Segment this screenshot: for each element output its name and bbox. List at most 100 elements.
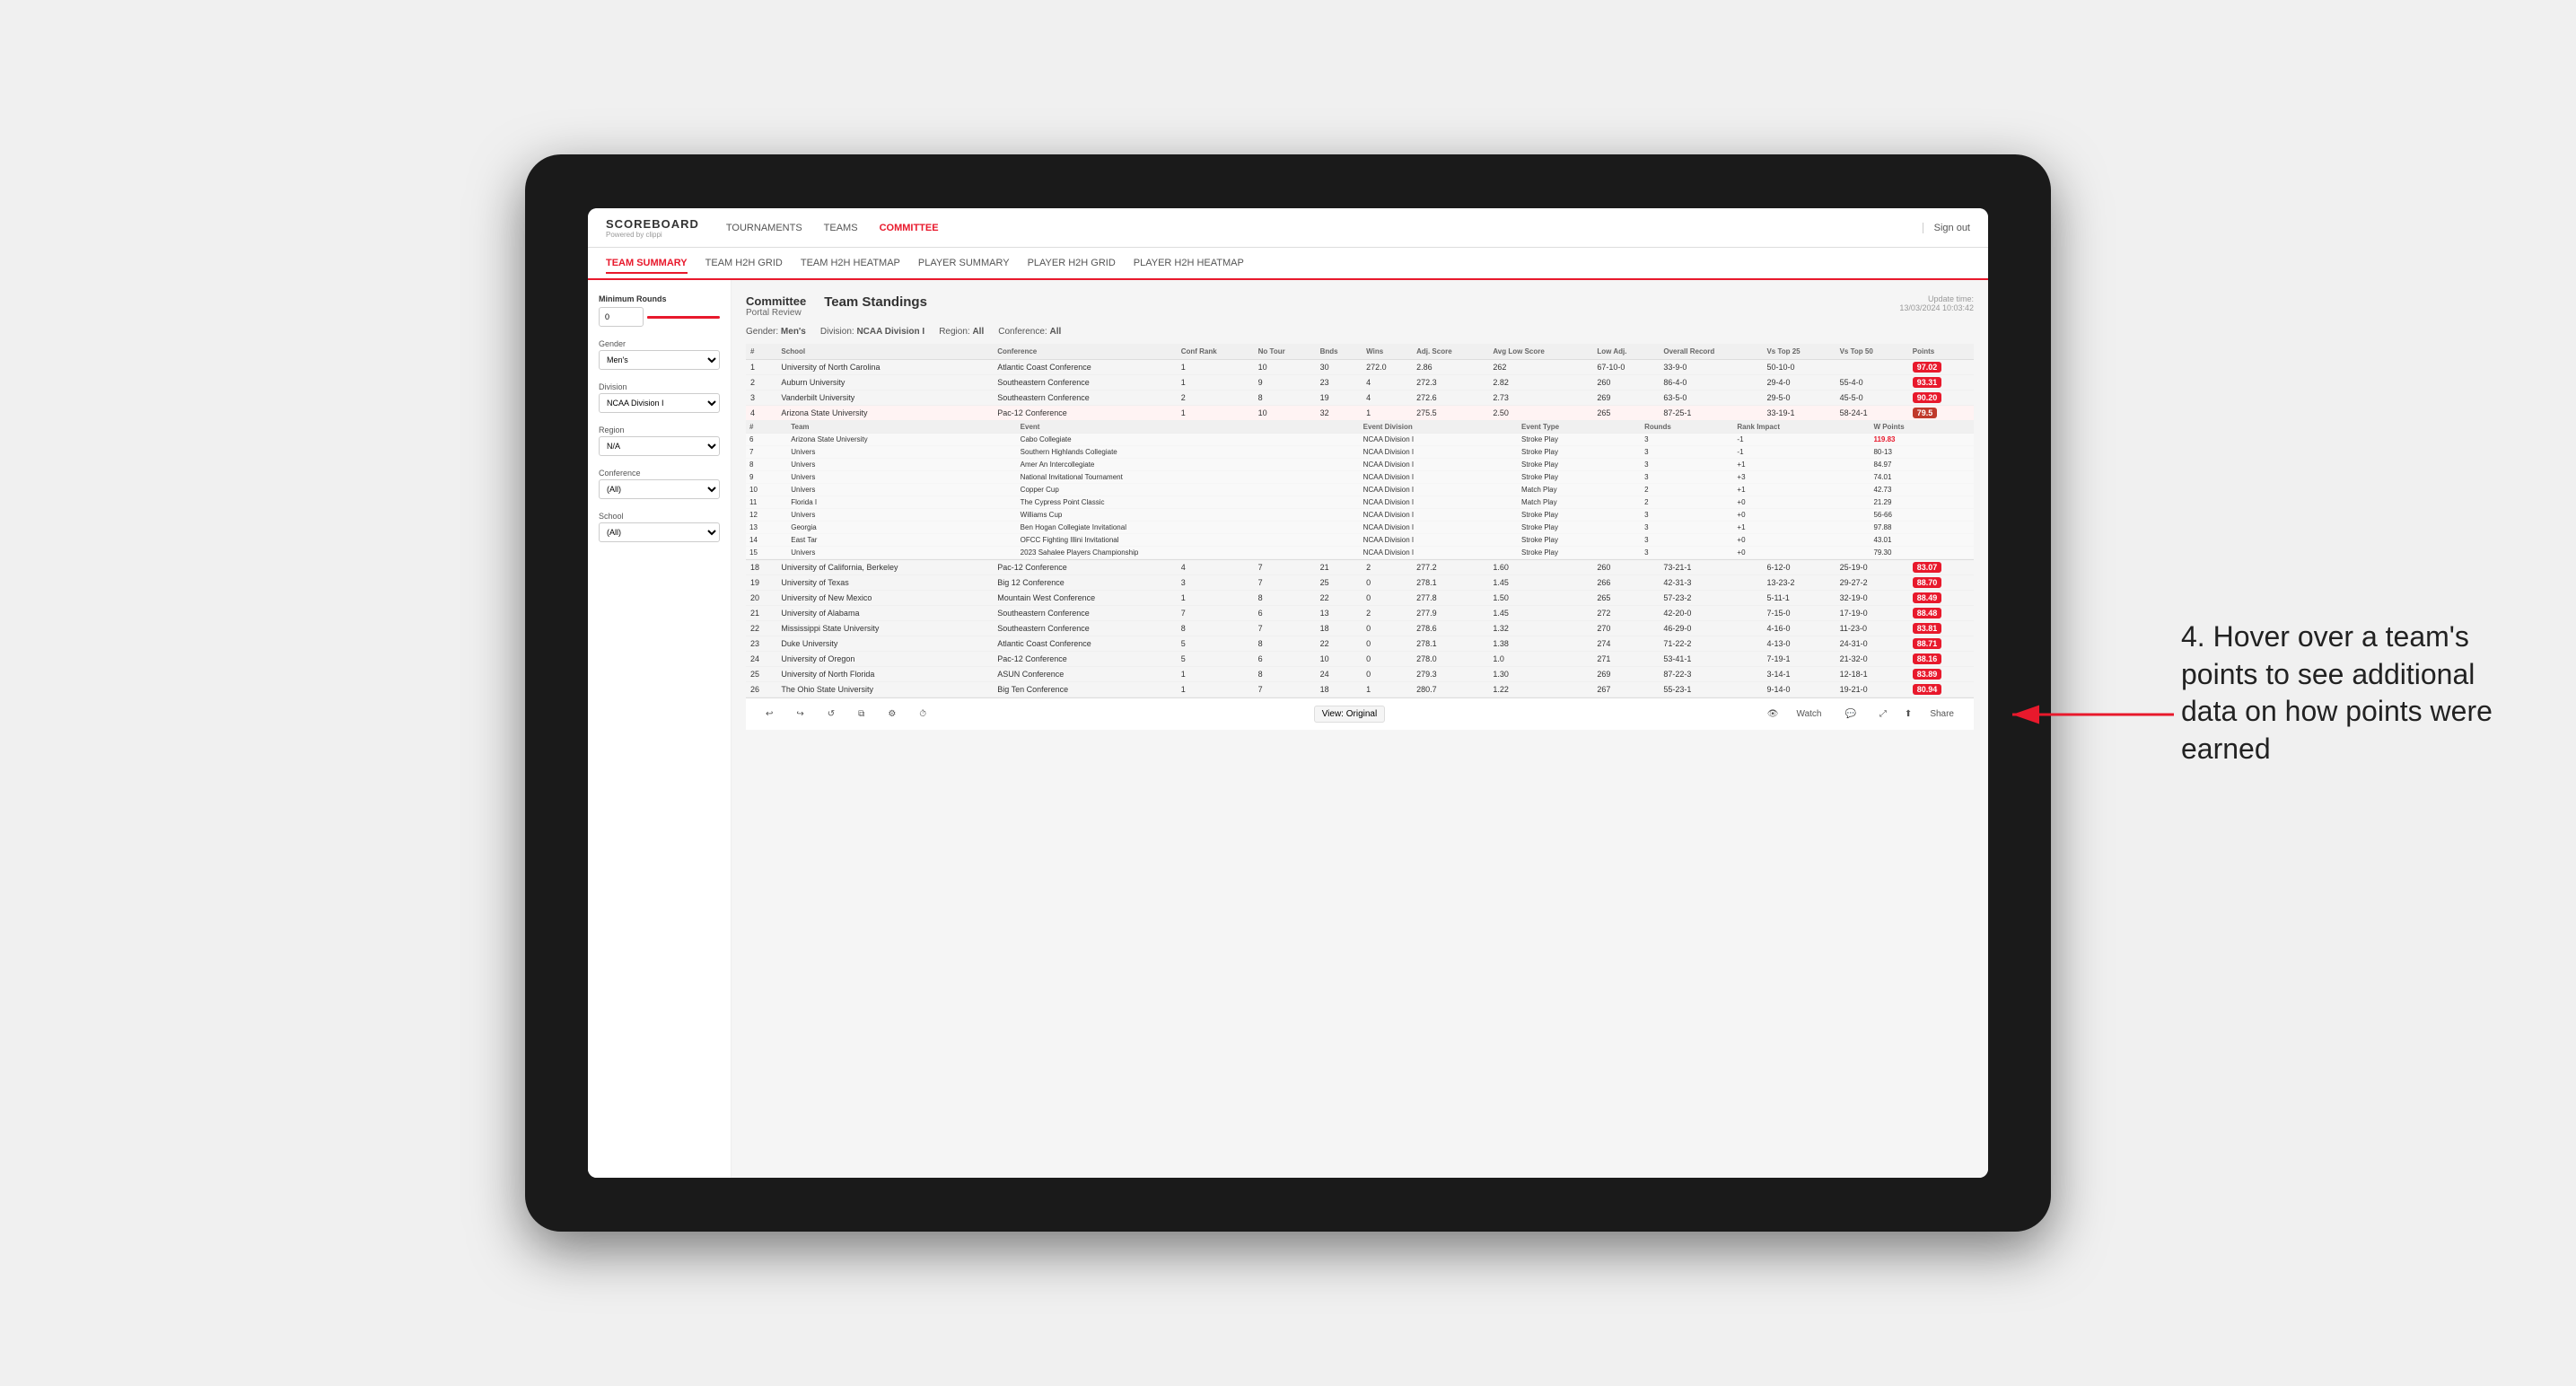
table-row: 22Mississippi State UniversitySoutheaste… xyxy=(746,621,1974,636)
subnav-team-h2h-heatmap[interactable]: TEAM H2H HEATMAP xyxy=(801,254,900,272)
content-area: Committee Portal Review Team Standings U… xyxy=(732,280,1988,1178)
col-bnds: Bnds xyxy=(1316,344,1362,360)
table-row: 18University of California, BerkeleyPac-… xyxy=(746,560,1974,575)
table-row: 20University of New MexicoMountain West … xyxy=(746,591,1974,606)
filter-conference: Conference: All xyxy=(998,327,1061,337)
region-label: Region xyxy=(599,425,720,434)
table-row: 2 Auburn University Southeastern Confere… xyxy=(746,375,1974,390)
division-section: Division NCAA Division I xyxy=(599,382,720,413)
list-item: 6Arizona State UniversityCabo Collegiate… xyxy=(746,434,1974,446)
table-row: 23Duke UniversityAtlantic Coast Conferen… xyxy=(746,636,1974,652)
list-item: 7UniversSouthern Highlands CollegiateNCA… xyxy=(746,446,1974,459)
table-row: 1 University of North Carolina Atlantic … xyxy=(746,360,1974,375)
minimum-rounds-label: Minimum Rounds xyxy=(599,294,720,303)
region-section: Region N/A xyxy=(599,425,720,456)
portal-subtitle: Portal Review xyxy=(746,308,806,318)
sub-nav: TEAM SUMMARY TEAM H2H GRID TEAM H2H HEAT… xyxy=(588,248,1988,280)
region-select[interactable]: N/A xyxy=(599,436,720,456)
nav-teams[interactable]: TEAMS xyxy=(824,219,858,237)
gender-section: Gender Men's xyxy=(599,339,720,370)
table-row: 3 Vanderbilt University Southeastern Con… xyxy=(746,390,1974,406)
list-item: 12UniversWilliams CupNCAA Division IStro… xyxy=(746,509,1974,522)
table-row: 26The Ohio State UniversityBig Ten Confe… xyxy=(746,682,1974,697)
conference-section: Conference (All) xyxy=(599,469,720,499)
minimum-rounds-section: Minimum Rounds xyxy=(599,294,720,327)
undo-icon[interactable]: ↩ xyxy=(760,706,778,722)
list-item: 13GeorgiaBen Hogan Collegiate Invitation… xyxy=(746,522,1974,534)
expanded-header-row: # Team Event Event Division Event Type R… xyxy=(746,421,1974,560)
watch-label[interactable]: Watch xyxy=(1792,706,1827,722)
settings-icon[interactable]: ⚙ xyxy=(882,706,901,722)
subnav-player-summary[interactable]: PLAYER SUMMARY xyxy=(918,254,1010,272)
subnav-team-summary[interactable]: TEAM SUMMARY xyxy=(606,254,688,274)
table-row: 24University of OregonPac-12 Conference5… xyxy=(746,652,1974,667)
tablet-screen: SCOREBOARD Powered by clippi TOURNAMENTS… xyxy=(588,208,1988,1178)
bottom-toolbar: ↩ ↪ ↺ ⧉ ⚙ ⏱ View: Original 👁 Watch 💬 ⤢ ⬆… xyxy=(746,697,1974,730)
tablet-device: SCOREBOARD Powered by clippi TOURNAMENTS… xyxy=(525,154,2051,1232)
table-row: 25University of North FloridaASUN Confer… xyxy=(746,667,1974,682)
table-row: 21University of AlabamaSoutheastern Conf… xyxy=(746,606,1974,621)
refresh-icon[interactable]: ↺ xyxy=(822,706,840,722)
subnav-player-h2h-grid[interactable]: PLAYER H2H GRID xyxy=(1028,254,1116,272)
logo-area: SCOREBOARD Powered by clippi xyxy=(606,217,699,239)
standings-title: Team Standings xyxy=(824,294,927,310)
annotation-container: 4. Hover over a team's points to see add… xyxy=(2181,618,2522,768)
col-conf-rank: Conf Rank xyxy=(1177,344,1254,360)
sign-out-button[interactable]: Sign out xyxy=(1923,223,1970,233)
annotation-text: 4. Hover over a team's points to see add… xyxy=(2181,618,2522,768)
annotation-arrow xyxy=(1994,697,2174,732)
portal-title-block: Committee Portal Review xyxy=(746,294,806,318)
col-rank: # xyxy=(746,344,776,360)
col-low-adj: Low Adj. xyxy=(1592,344,1659,360)
portal-title: Committee xyxy=(746,294,806,308)
app-logo-sub: Powered by clippi xyxy=(606,231,699,239)
gender-label: Gender xyxy=(599,339,720,348)
comment-icon[interactable]: 💬 xyxy=(1839,706,1861,722)
school-label: School xyxy=(599,512,720,521)
conference-select[interactable]: (All) xyxy=(599,479,720,499)
portal-header: Committee Portal Review Team Standings U… xyxy=(746,294,1974,318)
min-rounds-input[interactable] xyxy=(599,307,644,327)
expanded-inner-table: # Team Event Event Division Event Type R… xyxy=(746,421,1974,559)
eye-icon: 👁 xyxy=(1767,709,1779,719)
share-icon: ⬆ xyxy=(1905,709,1912,719)
left-sidebar: Minimum Rounds Gender Men's Divi xyxy=(588,280,732,1178)
gender-select[interactable]: Men's xyxy=(599,350,720,370)
nav-committee[interactable]: COMMITTEE xyxy=(880,219,939,237)
list-item: 10UniversCopper CupNCAA Division IMatch … xyxy=(746,484,1974,496)
table-header-row: # School Conference Conf Rank No Tour Bn… xyxy=(746,344,1974,360)
col-avg-low: Avg Low Score xyxy=(1488,344,1592,360)
col-adj-score: Adj. Score xyxy=(1412,344,1488,360)
col-wins: Wins xyxy=(1362,344,1412,360)
main-content: Minimum Rounds Gender Men's Divi xyxy=(588,280,1988,1178)
list-item: 11Florida IThe Cypress Point ClassicNCAA… xyxy=(746,496,1974,509)
list-item: 9UniversNational Invitational Tournament… xyxy=(746,471,1974,484)
division-label: Division xyxy=(599,382,720,391)
col-school: School xyxy=(776,344,993,360)
school-select[interactable]: (All) xyxy=(599,522,720,542)
expand-icon[interactable]: ⤢ xyxy=(1874,706,1892,722)
subnav-player-h2h-heatmap[interactable]: PLAYER H2H HEATMAP xyxy=(1134,254,1244,272)
app-logo: SCOREBOARD xyxy=(606,217,699,231)
nav-tournaments[interactable]: TOURNAMENTS xyxy=(726,219,802,237)
filter-gender: Gender: Men's xyxy=(746,327,806,337)
col-overall: Overall Record xyxy=(1659,344,1762,360)
col-points: Points xyxy=(1908,344,1974,360)
view-original-button[interactable]: View: Original xyxy=(1314,706,1386,723)
col-vs-top25: Vs Top 25 xyxy=(1762,344,1835,360)
table-row-highlighted: 4 Arizona State University Pac-12 Confer… xyxy=(746,406,1974,421)
redo-icon[interactable]: ↪ xyxy=(791,706,809,722)
clock-icon[interactable]: ⏱ xyxy=(914,706,932,722)
standings-table: # School Conference Conf Rank No Tour Bn… xyxy=(746,344,1974,697)
conference-label: Conference xyxy=(599,469,720,478)
filter-division: Division: NCAA Division I xyxy=(820,327,924,337)
copy-icon[interactable]: ⧉ xyxy=(853,706,870,722)
main-nav: TOURNAMENTS TEAMS COMMITTEE xyxy=(726,219,1912,237)
filter-bar: Gender: Men's Division: NCAA Division I … xyxy=(746,327,1974,337)
division-select[interactable]: NCAA Division I xyxy=(599,393,720,413)
share-label[interactable]: Share xyxy=(1924,706,1959,722)
list-item: 8UniversAmer An IntercollegiateNCAA Divi… xyxy=(746,459,1974,471)
top-nav: SCOREBOARD Powered by clippi TOURNAMENTS… xyxy=(588,208,1988,248)
col-vs-top50: Vs Top 50 xyxy=(1836,344,1908,360)
subnav-team-h2h-grid[interactable]: TEAM H2H GRID xyxy=(705,254,783,272)
